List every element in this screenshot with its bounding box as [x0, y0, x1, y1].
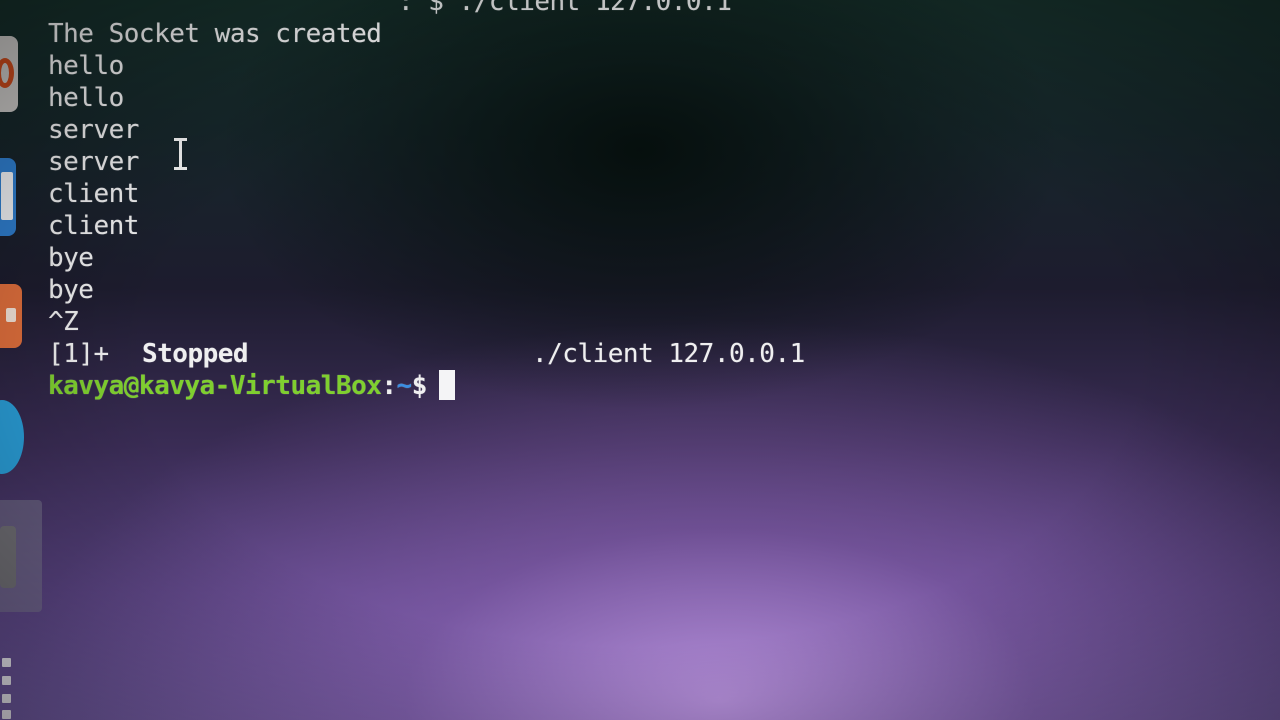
output-line: The Socket was created [48, 19, 382, 49]
job-state: Stopped [142, 339, 249, 369]
drive-icon[interactable] [0, 500, 42, 612]
job-id: [1]+ [48, 339, 109, 369]
output-line: server [48, 147, 139, 177]
show-applications-icon[interactable] [0, 656, 14, 719]
prompt-path: ~ [396, 371, 413, 401]
text-cursor [438, 370, 455, 400]
help-icon[interactable] [0, 400, 24, 474]
launcher-dock [0, 0, 44, 720]
writer-icon[interactable] [0, 158, 16, 236]
desktop-screen: : $ ./client 127.0.0.1 The Socket was cr… [0, 0, 1280, 720]
output-line: ^Z [48, 307, 79, 337]
output-line: bye [48, 275, 94, 305]
previous-command-line: : $ ./client 127.0.0.1 [398, 0, 732, 17]
output-line: client [48, 211, 139, 241]
output-line: hello [48, 51, 124, 81]
prompt-symbol: $ [411, 371, 428, 401]
output-line: client [48, 179, 139, 209]
job-status-line: [1]+ Stopped ./client 127.0.0.1 [48, 338, 1268, 370]
terminal-output[interactable]: : $ ./client 127.0.0.1 The Socket was cr… [48, 0, 1268, 402]
output-line: bye [48, 243, 94, 273]
prompt-line[interactable]: kavya@kavya-VirtualBox:~$ [48, 370, 1268, 402]
software-center-icon[interactable] [0, 284, 22, 348]
output-line: server [48, 115, 139, 145]
settings-icon[interactable] [0, 36, 18, 112]
job-command: ./client 127.0.0.1 [532, 339, 805, 369]
output-line: hello [48, 83, 124, 113]
prompt-separator: : [381, 371, 397, 401]
ibeam-cursor-icon [174, 138, 187, 170]
prompt-user-host: kavya@kavya-VirtualBox [48, 371, 382, 401]
